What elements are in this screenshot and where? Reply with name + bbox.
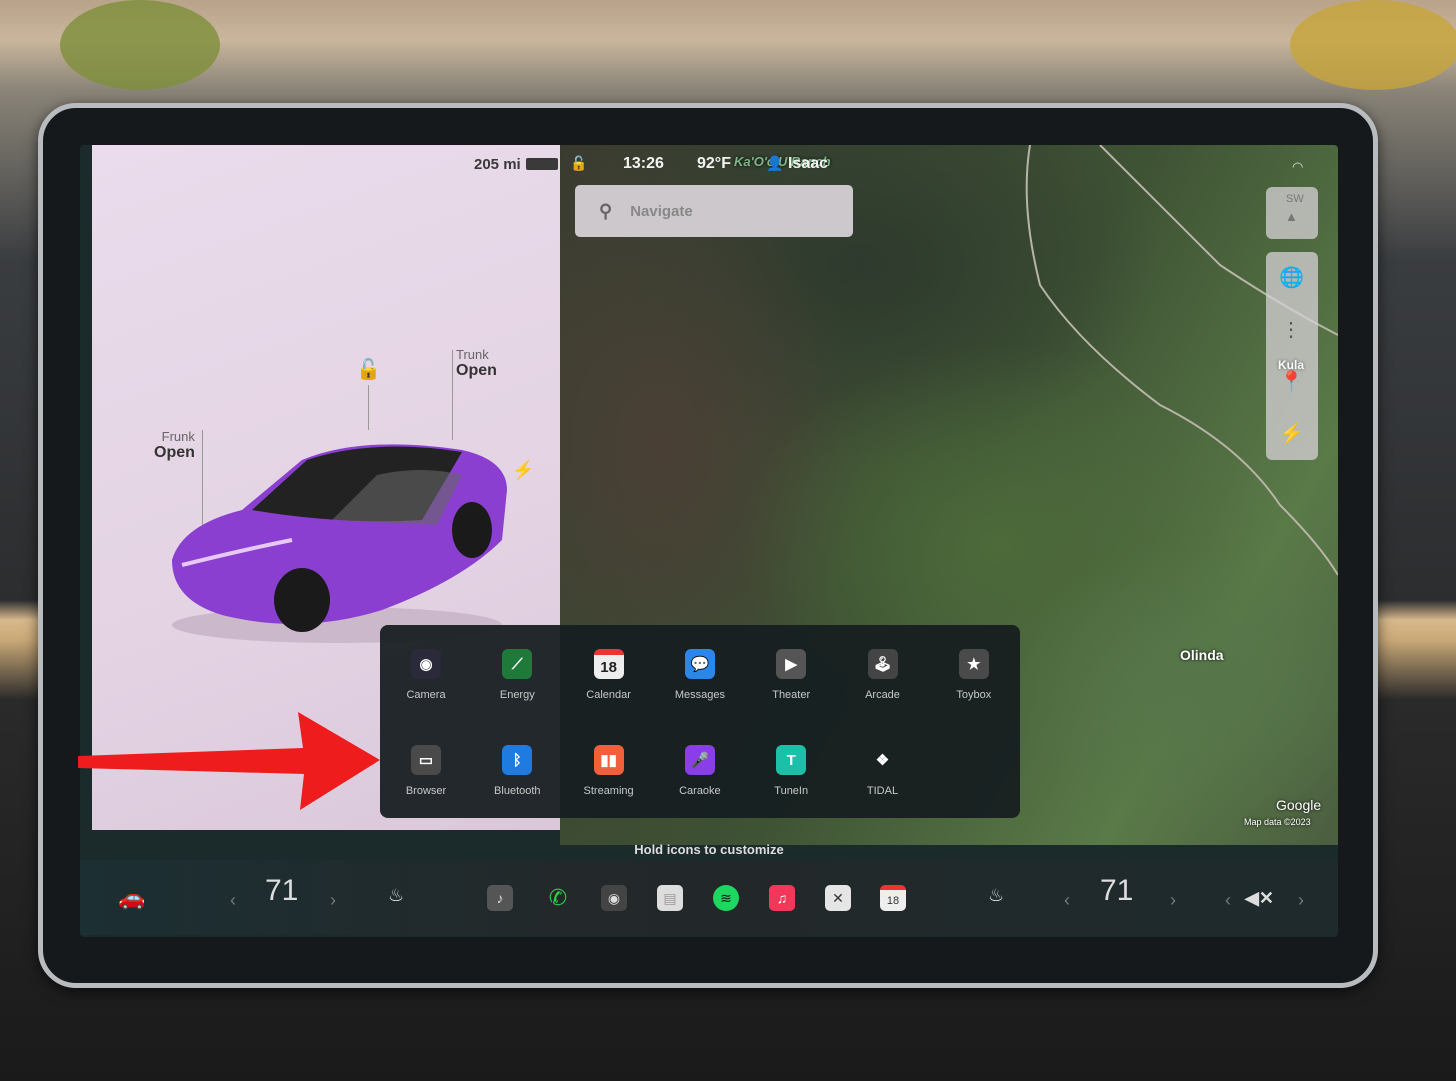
app-calendar[interactable]: 18 Calendar xyxy=(569,649,649,701)
seat-heater-right-icon[interactable]: ♨ xyxy=(988,885,1004,906)
app-browser[interactable]: ▭ Browser xyxy=(386,745,466,797)
passenger-temp: 71 xyxy=(1100,874,1134,907)
app-label: TuneIn xyxy=(774,785,809,797)
app-label: Calendar xyxy=(586,689,631,701)
map-controls: 🌐 ⋮ 📍 ⚡ xyxy=(1266,252,1318,460)
compass-heading: SW xyxy=(1286,193,1304,205)
app-arcade[interactable]: 🕹 Arcade xyxy=(843,649,923,701)
app-label: Theater xyxy=(772,689,811,701)
driver-temp: 71 xyxy=(265,874,299,907)
app-label: Toybox xyxy=(956,689,992,701)
phone-icon[interactable]: ✆ xyxy=(545,885,571,911)
compass-button[interactable]: SW ▲ xyxy=(1266,187,1318,239)
touchscreen: 205 mi 🔓 Trunk Open Frunk Open ⚡ Ka'O'o'… xyxy=(80,145,1338,937)
passenger-temp-down[interactable]: ‹ xyxy=(1064,890,1070,911)
volume-up[interactable]: › xyxy=(1298,890,1304,911)
lock-icon[interactable]: 🔓 xyxy=(356,357,381,382)
app-theater[interactable]: ▶ Theater xyxy=(751,649,831,701)
streaming-icon: ▮▮ xyxy=(593,745,624,775)
traffic-icon[interactable]: ⋮ xyxy=(1279,318,1303,342)
search-input[interactable]: Navigate xyxy=(630,203,693,220)
trunk-label: Trunk xyxy=(456,347,489,362)
joystick-icon: 🕹 xyxy=(867,649,898,679)
app-label: Messages xyxy=(674,689,725,701)
background-tree xyxy=(60,0,220,90)
microphone-icon: 🎤 xyxy=(684,745,715,775)
car-icon[interactable]: 🚗 xyxy=(118,885,145,911)
map-label-olinda: Olinda xyxy=(1180,647,1224,663)
navigate-search[interactable]: ⚲ Navigate xyxy=(575,185,853,237)
app-label: Browser xyxy=(405,785,447,797)
bottom-dock: 🚗 ‹ 71 › ♨ ♪ ✆ ◉ ▤ ≋ ♫ ✕ 18 ♨ ‹ 71 › ‹ ◀… xyxy=(80,860,1338,935)
driver-temp-down[interactable]: ‹ xyxy=(230,890,236,911)
range-readout: 205 mi xyxy=(474,156,521,173)
app-tunein[interactable]: T TuneIn xyxy=(751,745,831,797)
profile-icon[interactable]: 👤 xyxy=(766,155,783,172)
app-energy[interactable]: ⟋ Energy xyxy=(477,649,557,701)
charging-icon[interactable]: ⚡ xyxy=(1279,422,1304,446)
volume-muted-icon[interactable]: ◀✕ xyxy=(1245,888,1274,909)
app-label: TIDAL xyxy=(866,785,899,797)
compass-arrow-icon: ▲ xyxy=(1285,209,1298,224)
globe-icon[interactable]: 🌐 xyxy=(1279,266,1304,290)
customize-hint: Hold icons to customize xyxy=(634,842,784,857)
app-tidal[interactable]: ❖ TIDAL xyxy=(843,745,923,797)
energy-chart-icon: ⟋ xyxy=(502,649,533,679)
spotify-icon[interactable]: ≋ xyxy=(713,885,739,911)
calendar-dock-icon[interactable]: 18 xyxy=(880,885,906,911)
app-streaming[interactable]: ▮▮ Streaming xyxy=(569,745,649,797)
search-icon: ⚲ xyxy=(599,200,613,221)
camera-icon: ◉ xyxy=(411,649,441,679)
wifi-icon: ◠ xyxy=(1292,159,1304,174)
battery-icon xyxy=(526,158,558,170)
profile-name[interactable]: Isaac xyxy=(788,155,828,173)
apple-music-icon[interactable]: ♫ xyxy=(769,885,795,911)
lock-status-icon[interactable]: 🔓 xyxy=(570,155,587,172)
toybox-icon: ★ xyxy=(958,649,989,679)
volume-down[interactable]: ‹ xyxy=(1225,890,1231,911)
pin-icon[interactable]: 📍 xyxy=(1279,370,1304,394)
theater-icon: ▶ xyxy=(776,649,807,679)
music-icon[interactable]: ♪ xyxy=(487,885,513,911)
clock: 13:26 xyxy=(623,155,664,172)
tidal-icon: ❖ xyxy=(875,752,890,769)
close-app-icon[interactable]: ✕ xyxy=(825,885,851,911)
trunk-button[interactable]: Trunk Open xyxy=(456,347,497,380)
app-messages[interactable]: 💬 Messages xyxy=(660,649,740,701)
map-label-kula: Kula xyxy=(1278,358,1305,372)
app-launcher: ◉ Camera ⟋ Energy 18 Calendar 💬 Messages ▶ Theate… xyxy=(380,625,1020,818)
app-label: Camera xyxy=(406,689,446,701)
trunk-state: Open xyxy=(456,362,497,379)
messages-icon: 💬 xyxy=(684,649,715,679)
toybox-dock-icon[interactable]: ▤ xyxy=(657,885,683,911)
driver-temp-up[interactable]: › xyxy=(330,890,336,911)
app-label: Bluetooth xyxy=(494,785,541,797)
background-tree xyxy=(1290,0,1456,90)
app-camera[interactable]: ◉ Camera xyxy=(386,649,466,701)
temperature: 92°F xyxy=(697,155,731,172)
app-label: Arcade xyxy=(865,689,900,701)
app-toybox[interactable]: ★ Toybox xyxy=(934,649,1014,701)
map-copyright: Map data ©2023 xyxy=(1244,817,1311,827)
app-bluetooth[interactable]: ᛒ Bluetooth xyxy=(477,745,557,797)
app-label: Energy xyxy=(499,689,535,701)
bluetooth-icon: ᛒ xyxy=(502,745,533,775)
app-label: Caraoke xyxy=(679,785,721,797)
red-arrow-annotation xyxy=(78,712,380,810)
passenger-temp-up[interactable]: › xyxy=(1170,890,1176,911)
tunein-icon: T xyxy=(776,745,807,775)
calendar-icon: 18 xyxy=(593,649,624,679)
app-label: Streaming xyxy=(583,785,634,797)
dashcam-icon[interactable]: ◉ xyxy=(601,885,627,911)
app-caraoke[interactable]: 🎤 Caraoke xyxy=(660,745,740,797)
car-model[interactable] xyxy=(162,430,512,645)
charge-port-icon[interactable]: ⚡ xyxy=(512,460,534,481)
google-logo: Google xyxy=(1276,797,1322,813)
browser-icon: ▭ xyxy=(411,745,441,775)
seat-heater-left-icon[interactable]: ♨ xyxy=(388,885,404,906)
